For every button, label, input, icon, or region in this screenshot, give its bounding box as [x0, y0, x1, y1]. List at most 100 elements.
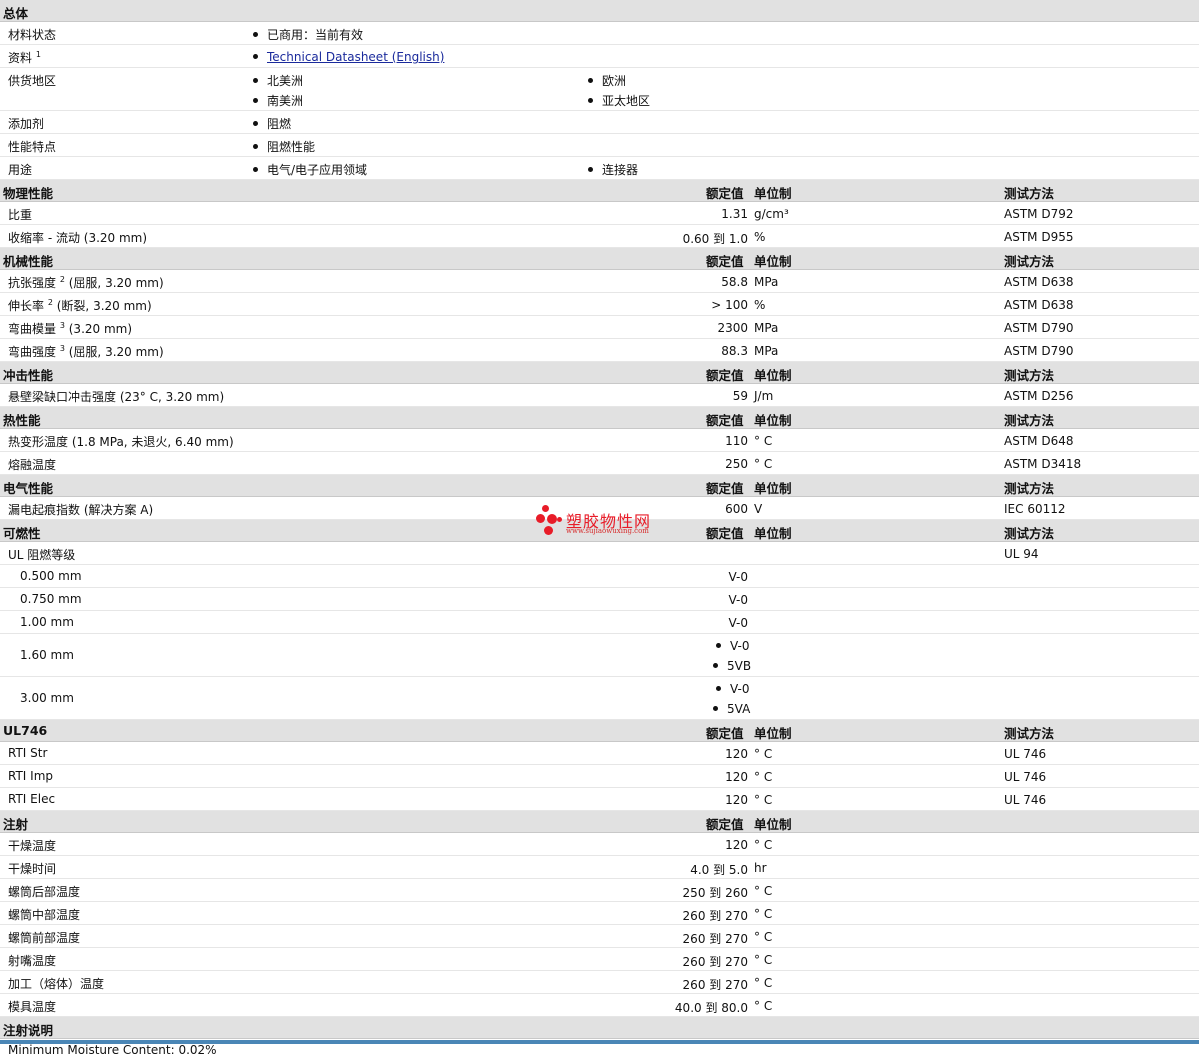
section-title: 总体 — [3, 6, 29, 21]
row-unit: ° C — [754, 793, 773, 807]
row-unit: V — [754, 502, 763, 516]
header-rated: 额定值 — [706, 726, 744, 741]
header-unit: 单位制 — [754, 726, 792, 741]
logo-dots-icon — [536, 505, 566, 537]
row-value: 260 到 270 — [682, 955, 748, 969]
row-feature: 性能特点 阻燃性能 — [0, 134, 1199, 157]
section-title: 可燃性 — [3, 526, 41, 541]
table-row: 悬壁梁缺口冲击强度 (23° C, 3.20 mm) 59 J/m ASTM D… — [0, 384, 1199, 407]
row-additive: 添加剂 阻燃 — [0, 111, 1199, 134]
region-item: 欧洲 — [588, 72, 626, 89]
row-unit: ° C — [754, 999, 773, 1013]
header-test: 测试方法 — [1004, 254, 1055, 269]
row-supply-region: 供货地区 北美洲 欧洲 南美洲 亚太地区 — [0, 68, 1199, 111]
row-label: 抗张强度 2 (屈服, 3.20 mm) — [8, 275, 164, 290]
section-electrical: 电气性能 额定值 单位制 测试方法 — [0, 475, 1199, 497]
row-label: 熔融温度 — [8, 458, 57, 472]
header-test: 测试方法 — [1004, 481, 1055, 496]
table-row: 3.00 mm V-0 5VA — [0, 677, 1199, 720]
row-label: 资料 1 — [8, 50, 41, 65]
table-row: 伸长率 2 (断裂, 3.20 mm) > 100 % ASTM D638 — [0, 293, 1199, 316]
row-test: UL 94 — [1004, 547, 1039, 561]
region-item: 北美洲 — [253, 72, 303, 89]
bottom-scroll-bar — [0, 1040, 1199, 1044]
row-label: 1.60 mm — [20, 648, 74, 662]
row-unit: % — [754, 298, 766, 312]
table-row: 比重 1.31 g/cm³ ASTM D792 — [0, 202, 1199, 225]
table-row: 干燥时间 4.0 到 5.0 hr — [0, 856, 1199, 879]
row-label: 螺筒后部温度 — [8, 885, 81, 899]
row-value: V-0 — [728, 616, 748, 630]
row-value: 88.3 — [721, 344, 748, 358]
row-label: 螺筒前部温度 — [8, 931, 81, 945]
row-label: 模具温度 — [8, 1000, 57, 1014]
row-test: ASTM D790 — [1004, 344, 1074, 358]
row-label: 添加剂 — [8, 117, 45, 131]
row-label: 材料状态 — [8, 28, 57, 42]
row-label: 比重 — [8, 208, 33, 222]
row-label: 3.00 mm — [20, 691, 74, 705]
row-value: 120 — [725, 838, 748, 852]
row-label: 伸长率 2 (断裂, 3.20 mm) — [8, 298, 152, 313]
row-label: 螺筒中部温度 — [8, 908, 81, 922]
row-value: 1.31 — [721, 207, 748, 221]
row-value: 260 到 270 — [682, 932, 748, 946]
table-row: UL 阻燃等级 UL 94 — [0, 542, 1199, 565]
row-value: 250 到 260 — [682, 886, 748, 900]
table-row: 模具温度 40.0 到 80.0 ° C — [0, 994, 1199, 1017]
table-row: 射嘴温度 260 到 270 ° C — [0, 948, 1199, 971]
footnote-ref: 1 — [35, 50, 41, 59]
row-unit: ° C — [754, 976, 773, 990]
header-rated: 额定值 — [706, 186, 744, 201]
table-row: 收缩率 - 流动 (3.20 mm) 0.60 到 1.0 % ASTM D95… — [0, 225, 1199, 248]
rating-item: V-0 — [716, 639, 749, 653]
row-use: 用途 电气/电子应用领域 连接器 — [0, 157, 1199, 180]
region-item: 亚太地区 — [588, 92, 650, 109]
row-value: V-0 — [728, 593, 748, 607]
header-unit: 单位制 — [754, 481, 792, 496]
table-row: 螺筒中部温度 260 到 270 ° C — [0, 902, 1199, 925]
row-test: ASTM D955 — [1004, 230, 1074, 244]
row-label: 用途 — [8, 163, 33, 177]
table-row: 弯曲模量 3 (3.20 mm) 2300 MPa ASTM D790 — [0, 316, 1199, 339]
section-impact: 冲击性能 额定值 单位制 测试方法 — [0, 362, 1199, 384]
row-value: 120 — [725, 770, 748, 784]
header-unit: 单位制 — [754, 526, 792, 541]
row-label: 弯曲模量 3 (3.20 mm) — [8, 321, 133, 336]
header-unit: 单位制 — [754, 413, 792, 428]
row-unit: MPa — [754, 275, 779, 289]
section-title: 冲击性能 — [3, 368, 54, 383]
row-unit: g/cm³ — [754, 207, 789, 221]
row-label: 漏电起痕指数 (解决方案 A) — [8, 503, 154, 517]
header-test: 测试方法 — [1004, 368, 1055, 383]
section-title: 机械性能 — [3, 254, 54, 269]
row-label: 性能特点 — [8, 140, 57, 154]
table-row: 螺筒前部温度 260 到 270 ° C — [0, 925, 1199, 948]
row-unit: ° C — [754, 838, 773, 852]
row-label: 1.00 mm — [20, 615, 74, 629]
notes-text: Minimum Moisture Content: 0.02% — [8, 1043, 217, 1057]
row-unit: ° C — [754, 770, 773, 784]
row-material-status: 材料状态 已商用：当前有效 — [0, 22, 1199, 45]
table-row: 1.00 mm V-0 — [0, 611, 1199, 634]
table-row: RTI Imp 120 ° C UL 746 — [0, 765, 1199, 788]
row-value: 250 — [725, 457, 748, 471]
row-label: 0.500 mm — [20, 569, 82, 583]
row-label: 供货地区 — [8, 74, 57, 88]
row-label: 热变形温度 (1.8 MPa, 未退火, 6.40 mm) — [8, 435, 234, 449]
row-unit: J/m — [754, 389, 774, 403]
section-mechanical: 机械性能 额定值 单位制 测试方法 — [0, 248, 1199, 270]
feature-value: 阻燃性能 — [253, 138, 315, 155]
header-rated: 额定值 — [706, 526, 744, 541]
row-value: 120 — [725, 793, 748, 807]
header-unit: 单位制 — [754, 368, 792, 383]
section-injection: 注射 额定值 单位制 — [0, 811, 1199, 833]
table-row: 1.60 mm V-0 5VB — [0, 634, 1199, 677]
row-test: ASTM D256 — [1004, 389, 1074, 403]
row-value: 59 — [732, 389, 748, 403]
datasheet-link[interactable]: Technical Datasheet (English) — [267, 50, 444, 64]
row-unit: ° C — [754, 907, 773, 921]
row-test: IEC 60112 — [1004, 502, 1066, 516]
region-item: 南美洲 — [253, 92, 303, 109]
row-unit: hr — [754, 861, 767, 875]
